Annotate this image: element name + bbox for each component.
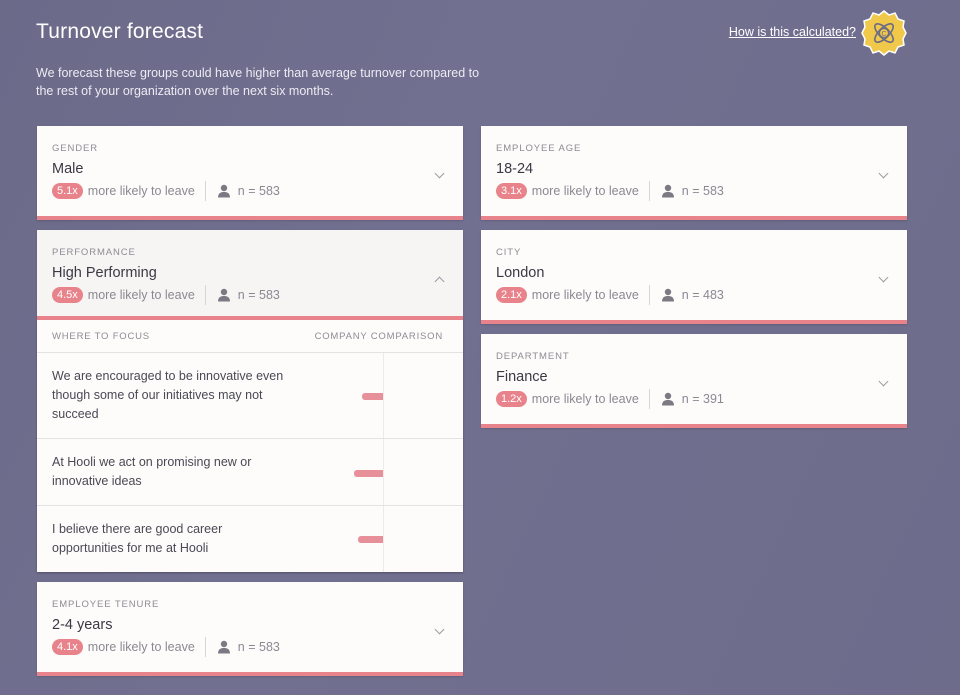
card-header[interactable]: Employee Age 18-24 3.1x more likely to l… bbox=[481, 126, 907, 216]
turnover-card-employee-tenure: Employee Tenure 2-4 years 4.1x more like… bbox=[37, 582, 463, 676]
divider bbox=[648, 389, 650, 409]
card-value: High Performing bbox=[52, 265, 157, 281]
sample-size: n = 583 bbox=[237, 184, 280, 198]
likely-label: more likely to leave bbox=[87, 288, 195, 302]
card-header[interactable]: City London 2.1x more likely to leave n … bbox=[481, 230, 907, 320]
card-category: Gender bbox=[52, 143, 99, 154]
focus-statement: At Hooli we act on promising new or inno… bbox=[52, 455, 252, 488]
company-comparison-label: COMPANY COMPARISON bbox=[314, 331, 443, 342]
focus-statement: I believe there are good career opportun… bbox=[52, 522, 223, 555]
card-value: 18-24 bbox=[496, 161, 534, 177]
likely-label: more likely to leave bbox=[531, 184, 639, 198]
svg-text:C: C bbox=[881, 31, 886, 38]
divider bbox=[648, 181, 650, 201]
focus-row[interactable]: At Hooli we act on promising new or inno… bbox=[37, 439, 463, 506]
sample-size: n = 391 bbox=[681, 392, 724, 406]
card-value: Male bbox=[52, 161, 84, 177]
person-icon bbox=[661, 184, 674, 198]
comparison-bar bbox=[362, 393, 383, 400]
comparison-axis bbox=[383, 439, 384, 505]
focus-statement: We are encouraged to be innovative even … bbox=[52, 369, 284, 421]
divider bbox=[204, 285, 206, 305]
multiplier-badge: 2.1x bbox=[496, 287, 527, 303]
how-calculated-link[interactable]: How is this calculated? bbox=[729, 25, 856, 39]
card-category: Performance bbox=[52, 247, 136, 258]
card-value: London bbox=[496, 265, 545, 281]
person-icon bbox=[217, 288, 230, 302]
card-category: Employee Age bbox=[496, 143, 582, 154]
left-column: Gender Male 5.1x more likely to leave n … bbox=[37, 126, 463, 686]
likely-label: more likely to leave bbox=[531, 288, 639, 302]
where-to-focus-panel: WHERE TO FOCUS COMPANY COMPARISON We are e… bbox=[37, 320, 463, 572]
focus-row[interactable]: We are encouraged to be innovative even … bbox=[37, 353, 463, 439]
where-to-focus-label: WHERE TO FOCUS bbox=[52, 331, 150, 342]
sample-size: n = 583 bbox=[681, 184, 724, 198]
person-icon bbox=[217, 640, 230, 654]
turnover-card-gender: Gender Male 5.1x more likely to leave n … bbox=[37, 126, 463, 220]
turnover-card-city: City London 2.1x more likely to leave n … bbox=[481, 230, 907, 324]
multiplier-badge: 4.1x bbox=[52, 639, 83, 655]
card-category: Employee Tenure bbox=[52, 599, 160, 610]
focus-header: WHERE TO FOCUS COMPANY COMPARISON bbox=[37, 320, 463, 353]
sample-size: n = 583 bbox=[237, 640, 280, 654]
page-title: Turnover forecast bbox=[36, 20, 204, 43]
likely-label: more likely to leave bbox=[531, 392, 639, 406]
card-header[interactable]: Employee Tenure 2-4 years 4.1x more like… bbox=[37, 582, 463, 672]
card-header[interactable]: Gender Male 5.1x more likely to leave n … bbox=[37, 126, 463, 216]
person-icon bbox=[661, 392, 674, 406]
turnover-card-employee-age: Employee Age 18-24 3.1x more likely to l… bbox=[481, 126, 907, 220]
atom-badge-icon[interactable]: C bbox=[861, 10, 907, 56]
card-header[interactable]: Department Finance 1.2x more likely to l… bbox=[481, 334, 907, 424]
turnover-card-department: Department Finance 1.2x more likely to l… bbox=[481, 334, 907, 428]
multiplier-badge: 1.2x bbox=[496, 391, 527, 407]
divider bbox=[204, 181, 206, 201]
card-header[interactable]: Performance High Performing 4.5x more li… bbox=[37, 230, 463, 320]
card-value: Finance bbox=[496, 369, 548, 385]
sample-size: n = 583 bbox=[237, 288, 280, 302]
multiplier-badge: 4.5x bbox=[52, 287, 83, 303]
comparison-bar bbox=[358, 536, 383, 543]
multiplier-badge: 3.1x bbox=[496, 183, 527, 199]
card-value: 2-4 years bbox=[52, 617, 113, 633]
right-column: Employee Age 18-24 3.1x more likely to l… bbox=[481, 126, 907, 438]
comparison-axis bbox=[383, 506, 384, 572]
page-description: We forecast these groups could have high… bbox=[36, 66, 480, 98]
likely-label: more likely to leave bbox=[87, 184, 195, 198]
person-icon bbox=[661, 288, 674, 302]
turnover-card-performance: Performance High Performing 4.5x more li… bbox=[37, 230, 463, 572]
multiplier-badge: 5.1x bbox=[52, 183, 83, 199]
focus-row[interactable]: I believe there are good career opportun… bbox=[37, 506, 463, 572]
comparison-bar bbox=[354, 469, 383, 477]
card-category: City bbox=[496, 247, 522, 258]
divider bbox=[648, 285, 650, 305]
divider bbox=[204, 637, 206, 657]
card-category: Department bbox=[496, 351, 570, 362]
likely-label: more likely to leave bbox=[87, 640, 195, 654]
sample-size: n = 483 bbox=[681, 288, 724, 302]
person-icon bbox=[217, 184, 230, 198]
comparison-axis bbox=[383, 353, 384, 438]
